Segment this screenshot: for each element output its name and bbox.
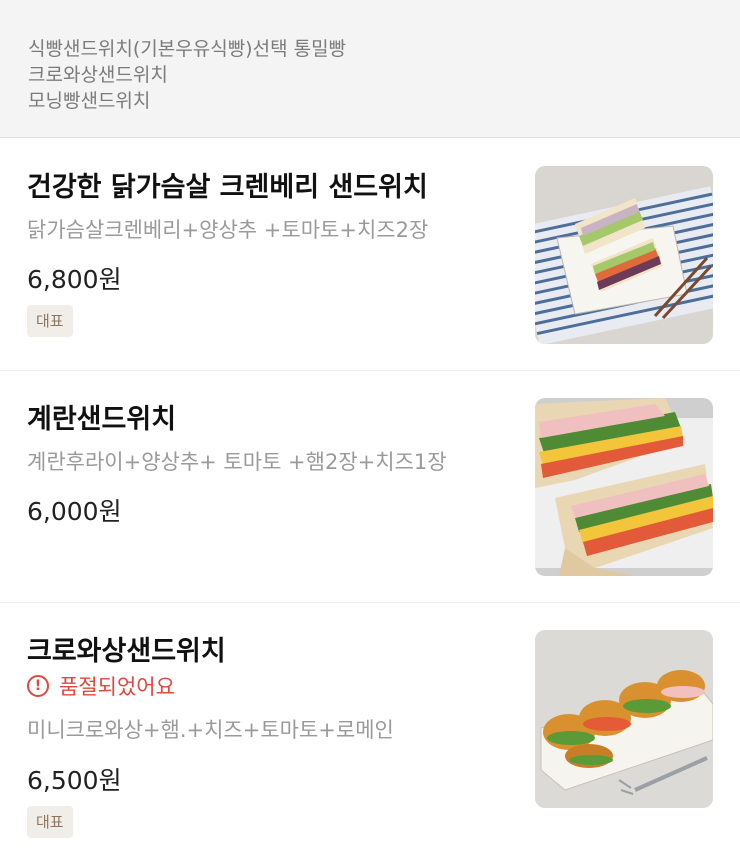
menu-item-croissant-sandwich[interactable]: 크로와상샌드위치 ! 품절되었어요 미니크로와상+햄.+치즈+토마토+로메인 6… <box>0 603 740 848</box>
menu-item-description: 미니크로와상+햄.+치즈+토마토+로메인 <box>27 718 394 742</box>
notice-line: 크로와상샌드위치 <box>28 64 168 86</box>
menu-item-price: 6,500원 <box>27 766 122 795</box>
menu-item-image <box>535 630 713 808</box>
alert-circle-icon: ! <box>27 675 49 697</box>
menu-item-image <box>535 398 713 576</box>
menu-item-description: 닭가슴살크렌베리+양상추 +토마토+치즈2장 <box>27 218 429 242</box>
menu-item-egg-sandwich[interactable]: 계란샌드위치 계란후라이+양상추+ 토마토 +햄2장+치즈1장 6,000원 <box>0 371 740 603</box>
notice-line: 모닝빵샌드위치 <box>28 90 151 112</box>
egg-sandwich-photo-icon <box>535 398 713 576</box>
sold-out-status: ! 품절되었어요 <box>27 671 175 701</box>
cranberry-chicken-sandwich-photo-icon <box>535 166 713 344</box>
menu-item-image <box>535 166 713 344</box>
croissant-sandwich-photo-icon <box>535 630 713 808</box>
notice-line: 식빵샌드위치(기본우유식빵)선택 통밀빵 <box>28 38 347 60</box>
signature-badge: 대표 <box>27 305 73 337</box>
menu-item-name: 크로와상샌드위치 <box>27 636 226 667</box>
menu-item-description: 계란후라이+양상추+ 토마토 +햄2장+치즈1장 <box>27 450 447 474</box>
menu-item-name: 건강한 닭가슴살 크렌베리 샌드위치 <box>27 172 428 203</box>
menu-item-price: 6,800원 <box>27 265 122 294</box>
sold-out-label: 품절되었어요 <box>59 675 175 699</box>
menu-item-price: 6,000원 <box>27 497 122 526</box>
menu-option-notice: 식빵샌드위치(기본우유식빵)선택 통밀빵 크로와상샌드위치 모닝빵샌드위치 <box>0 0 740 138</box>
menu-item-name: 계란샌드위치 <box>27 404 177 435</box>
menu-item-cranberry-chicken-sandwich[interactable]: 건강한 닭가슴살 크렌베리 샌드위치 닭가슴살크렌베리+양상추 +토마토+치즈2… <box>0 139 740 371</box>
signature-badge: 대표 <box>27 806 73 838</box>
